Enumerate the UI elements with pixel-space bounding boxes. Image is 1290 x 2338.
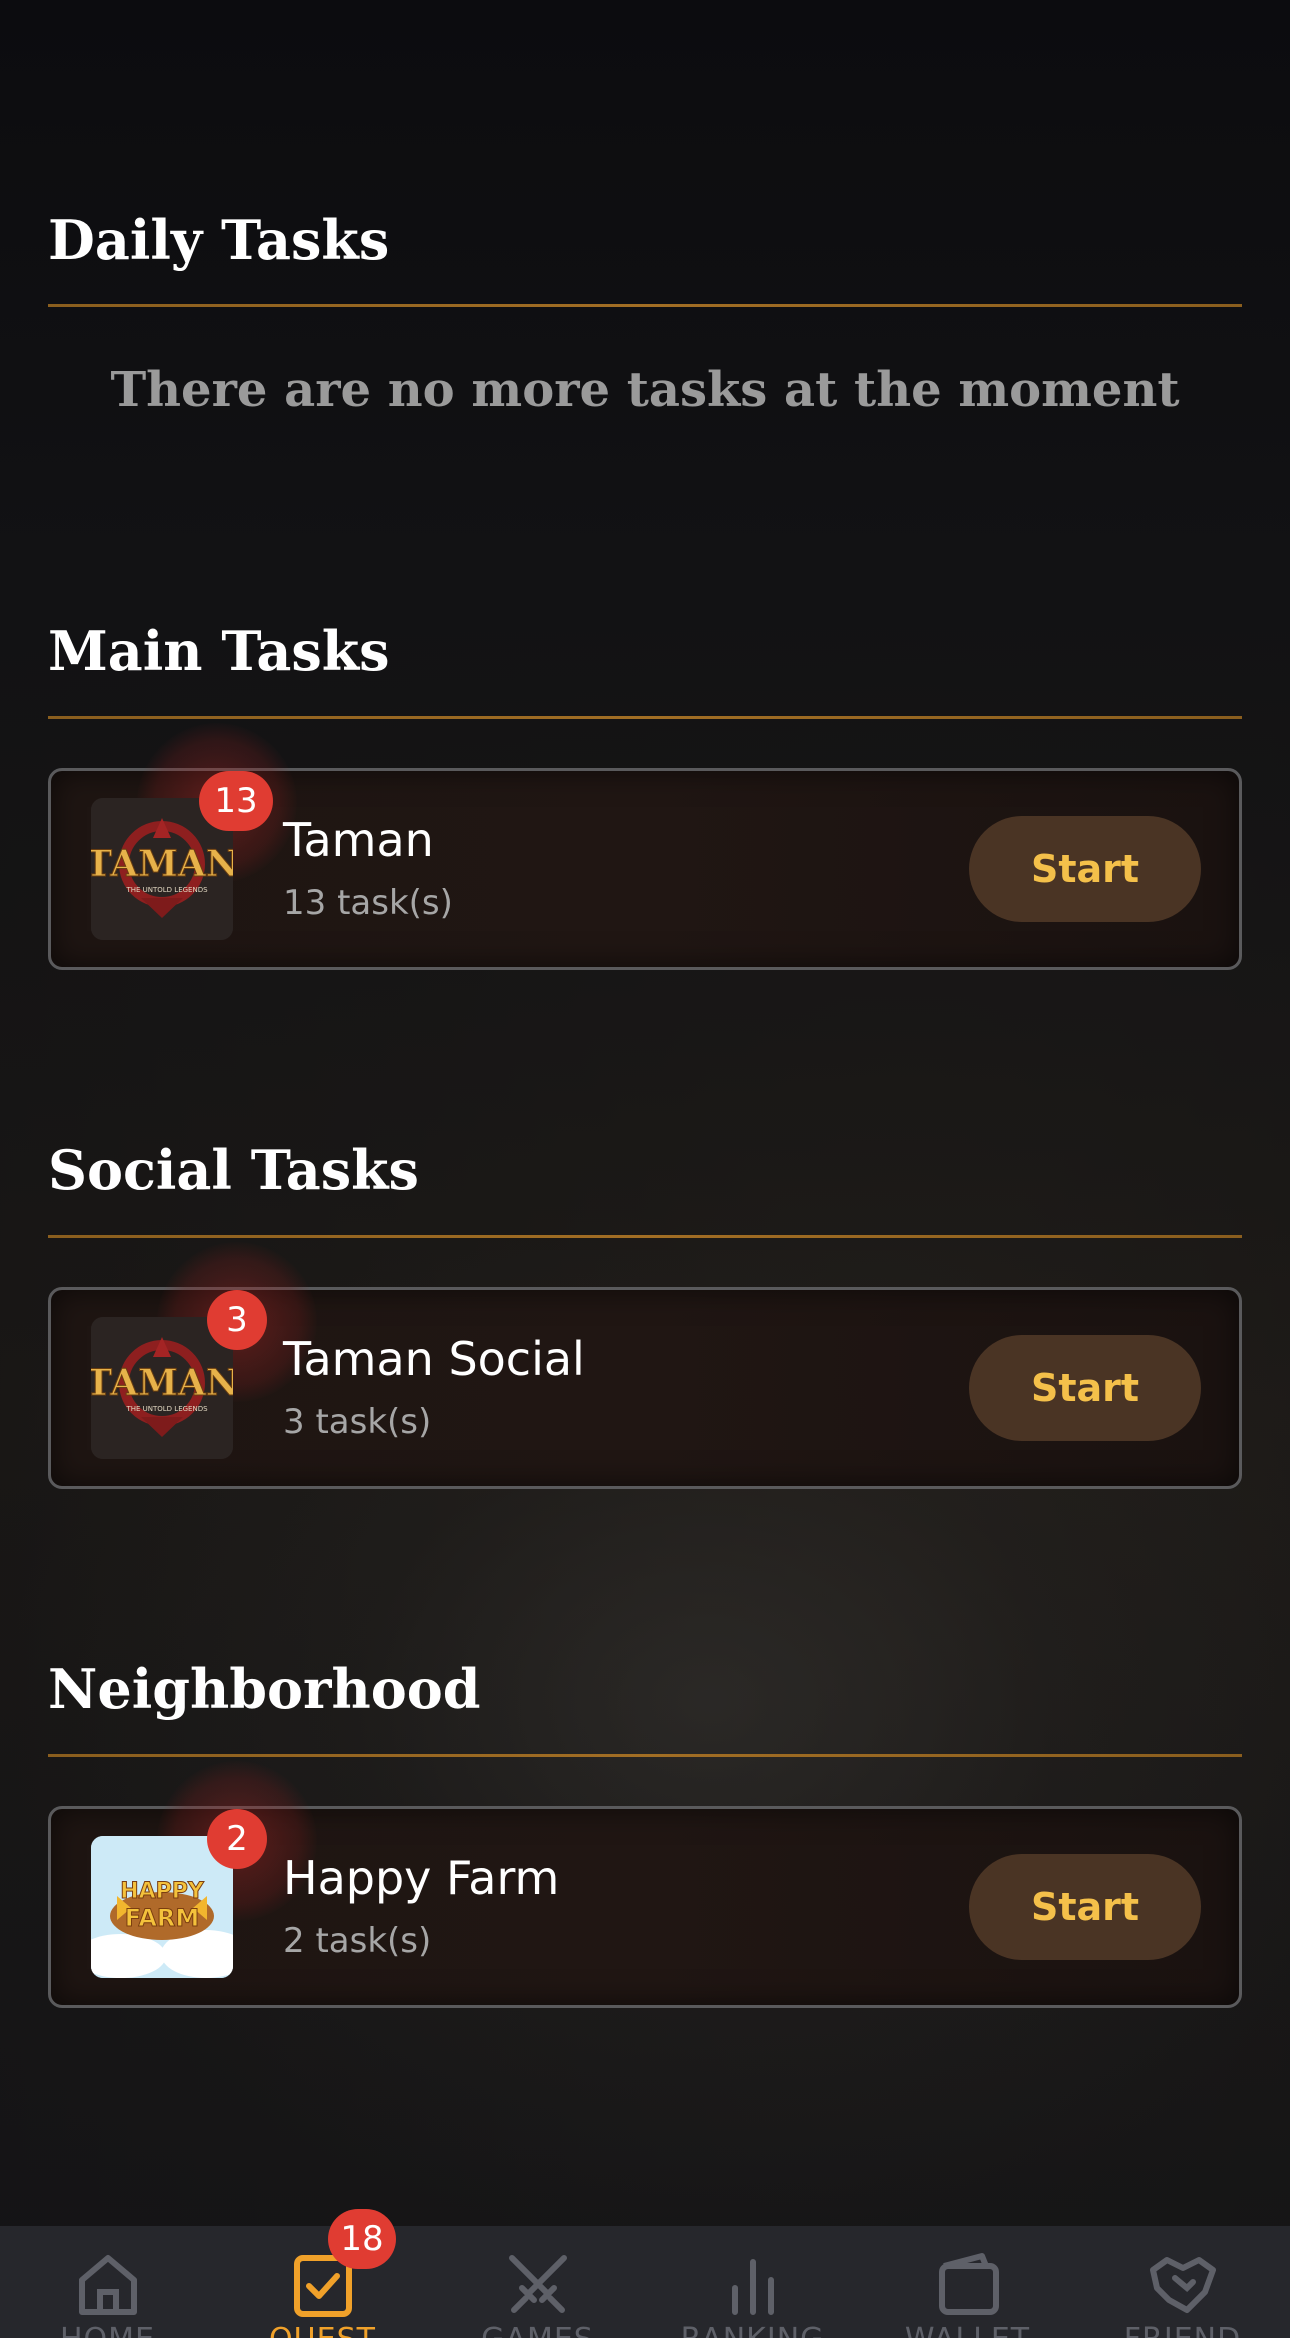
section-title-neighborhood: Neighborhood xyxy=(48,1657,481,1721)
task-count-badge: 2 xyxy=(207,1809,267,1869)
nav-item-games[interactable]: GAMES xyxy=(430,2226,645,2338)
bottom-nav-bar: HOME QUEST GAMES RANKING WALLET xyxy=(0,2226,1290,2338)
wallet-icon xyxy=(939,2253,999,2315)
taman-logo-thumbnail: TAMAN THE UNTOLD LEGENDS xyxy=(91,1317,233,1459)
nav-item-friend[interactable]: FRIEND xyxy=(1075,2226,1290,2338)
home-icon xyxy=(79,2255,137,2315)
happy-farm-logo-icon: HAPPY FARM xyxy=(91,1836,233,1978)
task-card-happy-farm[interactable]: HAPPY FARM 2 Happy Farm 2 task(s) Start xyxy=(48,1761,1242,2008)
crossed-swords-icon xyxy=(509,2255,567,2313)
nav-label: HOME xyxy=(0,2322,215,2338)
task-card-taman-social[interactable]: TAMAN THE UNTOLD LEGENDS 3 Taman Social … xyxy=(48,1242,1242,1489)
svg-text:THE UNTOLD LEGENDS: THE UNTOLD LEGENDS xyxy=(125,886,208,894)
task-card-taman[interactable]: TAMAN THE UNTOLD LEGENDS 13 Taman 13 tas… xyxy=(48,723,1242,970)
section-title-social: Social Tasks xyxy=(48,1138,419,1202)
task-count: 3 task(s) xyxy=(283,1402,432,1442)
svg-text:TAMAN: TAMAN xyxy=(91,1362,233,1404)
start-button-taman-social[interactable]: Start xyxy=(969,1335,1201,1441)
empty-tasks-message: There are no more tasks at the moment xyxy=(110,362,1180,418)
task-count-badge: 3 xyxy=(207,1290,267,1350)
start-button-taman[interactable]: Start xyxy=(969,816,1201,922)
nav-label: GAMES xyxy=(430,2322,645,2338)
svg-text:FARM: FARM xyxy=(125,1904,200,1932)
happy-farm-logo-thumbnail: HAPPY FARM xyxy=(91,1836,233,1978)
nav-item-wallet[interactable]: WALLET xyxy=(860,2226,1075,2338)
section-divider xyxy=(48,716,1242,719)
handshake-icon xyxy=(1150,2257,1216,2313)
nav-label: FRIEND xyxy=(1075,2322,1290,2338)
task-count: 13 task(s) xyxy=(283,883,453,923)
section-divider xyxy=(48,1235,1242,1238)
task-count: 2 task(s) xyxy=(283,1921,432,1961)
taman-logo-icon: TAMAN THE UNTOLD LEGENDS xyxy=(91,1317,233,1459)
nav-item-ranking[interactable]: RANKING xyxy=(645,2226,860,2338)
svg-text:THE UNTOLD LEGENDS: THE UNTOLD LEGENDS xyxy=(125,1405,208,1413)
section-divider xyxy=(48,304,1242,307)
task-name: Happy Farm xyxy=(283,1851,560,1905)
start-button-happy-farm[interactable]: Start xyxy=(969,1854,1201,1960)
section-title-main: Main Tasks xyxy=(48,619,390,683)
nav-label: RANKING xyxy=(645,2322,860,2338)
section-title-daily: Daily Tasks xyxy=(48,208,390,272)
svg-text:TAMAN: TAMAN xyxy=(91,843,233,885)
bar-chart-icon xyxy=(732,2259,774,2315)
nav-label: QUEST xyxy=(215,2322,430,2338)
section-divider xyxy=(48,1754,1242,1757)
nav-item-home[interactable]: HOME xyxy=(0,2226,215,2338)
task-name: Taman Social xyxy=(283,1332,585,1386)
nav-item-quest[interactable]: QUEST xyxy=(215,2226,430,2338)
nav-label: WALLET xyxy=(860,2322,1075,2338)
svg-text:HAPPY: HAPPY xyxy=(120,1879,205,1904)
quest-notification-badge: 18 xyxy=(328,2209,396,2269)
task-name: Taman xyxy=(283,813,434,867)
task-count-badge: 13 xyxy=(199,771,273,831)
